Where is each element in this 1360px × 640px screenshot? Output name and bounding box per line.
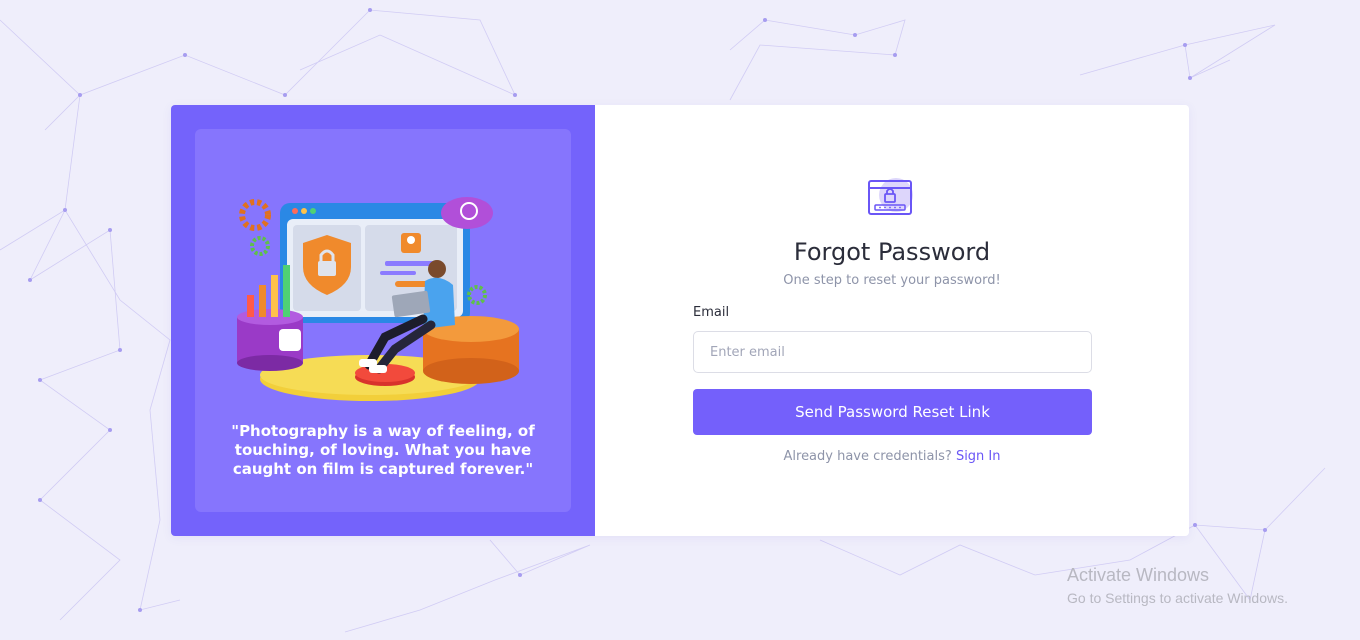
page-title: Forgot Password: [793, 238, 991, 266]
signin-prompt-text: Already have credentials?: [783, 449, 952, 464]
forgot-password-card: "Photography is a way of feeling, of tou…: [171, 105, 1189, 536]
send-reset-link-button[interactable]: Send Password Reset Link: [693, 389, 1092, 435]
watermark-subtitle: Go to Settings to activate Windows.: [1067, 590, 1288, 606]
page-subtitle: One step to reset your password!: [783, 273, 1001, 288]
signin-link[interactable]: Sign In: [956, 449, 1001, 464]
email-label: Email: [693, 305, 730, 320]
left-promo-panel: "Photography is a way of feeling, of tou…: [171, 105, 595, 536]
signin-prompt-line: Already have credentials? Sign In: [595, 449, 1189, 464]
promo-quote: "Photography is a way of feeling, of tou…: [231, 422, 535, 478]
email-field[interactable]: [693, 331, 1092, 373]
forgot-password-form-panel: Forgot Password One step to reset your p…: [595, 105, 1189, 536]
password-lock-icon: [868, 178, 913, 215]
security-illustration: [237, 197, 519, 401]
watermark-title: Activate Windows: [1067, 565, 1210, 585]
promo-inner-box: "Photography is a way of feeling, of tou…: [195, 129, 571, 512]
windows-activation-watermark: Activate Windows Go to Settings to activ…: [1067, 565, 1288, 606]
